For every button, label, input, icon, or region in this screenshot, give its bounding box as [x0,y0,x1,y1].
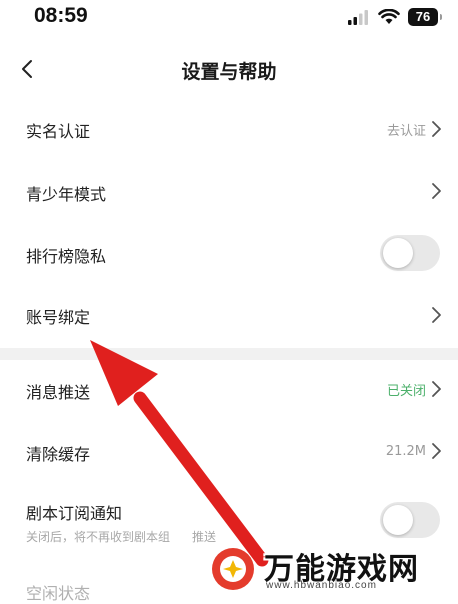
watermark-url: www.hbwanbiao.com [266,580,377,591]
status-icons: 76 [348,8,442,26]
battery-icon: 76 [408,8,442,26]
account-binding-label: 账号绑定 [26,308,91,327]
battery-level: 76 [415,9,431,24]
real-name-row[interactable]: 实名认证 去认证 [0,98,458,160]
real-name-status: 去认证 [386,123,426,139]
toggle-knob [383,505,413,535]
ranking-privacy-row: 排行榜隐私 [0,222,458,284]
script-subscription-toggle[interactable] [380,502,440,538]
chevron-right-icon [432,307,441,323]
push-notification-row[interactable]: 消息推送 已关闭 [0,358,458,420]
chevron-right-icon [432,121,441,137]
real-name-label: 实名认证 [26,122,91,141]
ranking-privacy-toggle[interactable] [380,235,440,271]
clear-cache-row[interactable]: 清除缓存 21.2M [0,420,458,482]
chevron-right-icon [432,443,441,459]
watermark: 万能游戏网 www.hbwanbiao.com [208,540,448,596]
page-title: 设置与帮助 [181,61,277,83]
teen-mode-row[interactable]: 青少年模式 [0,160,458,222]
status-bar: 08:59 76 [0,0,458,36]
watermark-logo-icon [212,548,254,590]
wifi-icon [378,9,400,24]
chevron-right-icon [432,183,441,199]
script-subscription-label: 剧本订阅通知 [26,504,123,523]
script-subscription-desc: 关闭后，将不再收到剧本组 推送 [26,530,217,544]
account-binding-row[interactable]: 账号绑定 [0,284,458,346]
signal-icon [348,10,368,25]
ranking-privacy-label: 排行榜隐私 [26,247,107,266]
toggle-knob [383,238,413,268]
idle-status-label: 空闲状态 [26,584,91,603]
push-notification-label: 消息推送 [26,383,91,402]
cache-size: 21.2M [385,443,426,459]
status-time: 08:59 [34,4,88,27]
teen-mode-label: 青少年模式 [26,185,107,204]
push-status: 已关闭 [386,383,426,399]
clear-cache-label: 清除缓存 [26,445,91,464]
chevron-right-icon [432,381,441,397]
nav-bar: 设置与帮助 [0,44,458,96]
